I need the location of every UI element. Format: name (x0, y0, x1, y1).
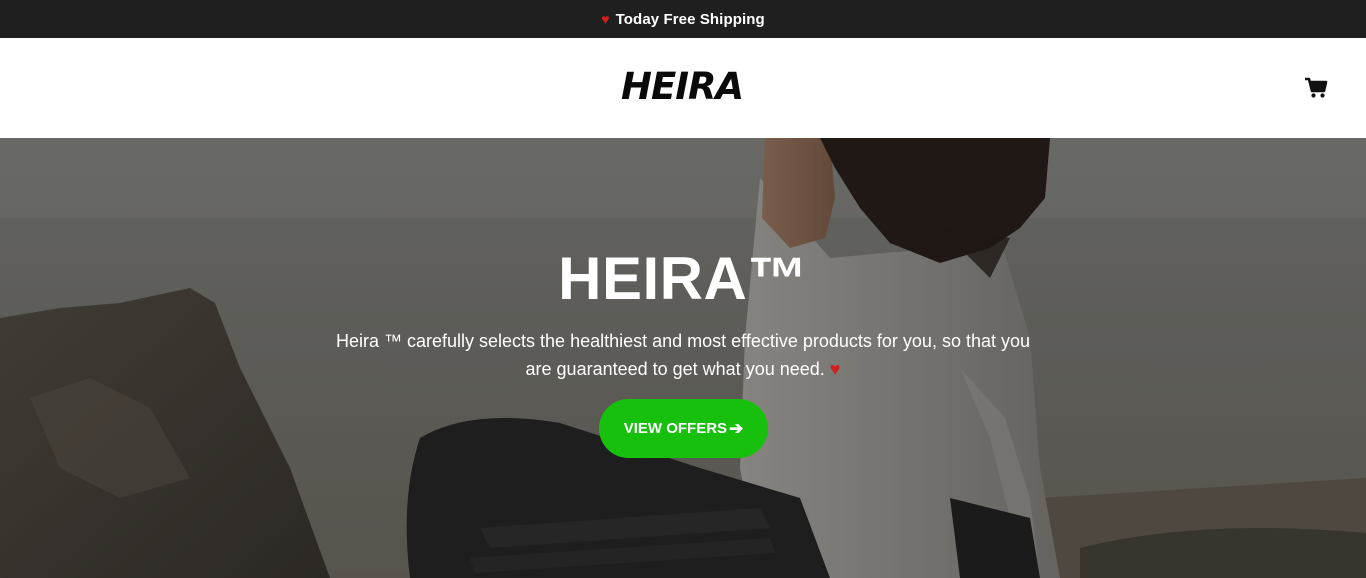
view-offers-button[interactable]: VIEW OFFERS ➔ (599, 399, 768, 458)
hero-banner: HEIRA™ Heira ™ carefully selects the hea… (0, 138, 1366, 578)
heart-icon: ♥ (601, 11, 610, 27)
shopping-cart-icon[interactable] (1304, 77, 1328, 99)
hero-description: Heira ™ carefully selects the healthiest… (323, 327, 1043, 383)
arrow-right-icon: ➔ (729, 418, 744, 438)
site-header: HEIRA (0, 38, 1366, 138)
view-offers-label: VIEW OFFERS (623, 420, 728, 437)
hero-title: HEIRA™ (558, 245, 808, 312)
hero-description-text: Heira ™ carefully selects the healthiest… (335, 331, 1031, 379)
heart-icon: ♥ (829, 359, 841, 379)
announcement-bar: ♥ Today Free Shipping (0, 0, 1366, 38)
announcement-text: Today Free Shipping (615, 10, 765, 28)
site-logo[interactable]: HEIRA (621, 68, 744, 105)
